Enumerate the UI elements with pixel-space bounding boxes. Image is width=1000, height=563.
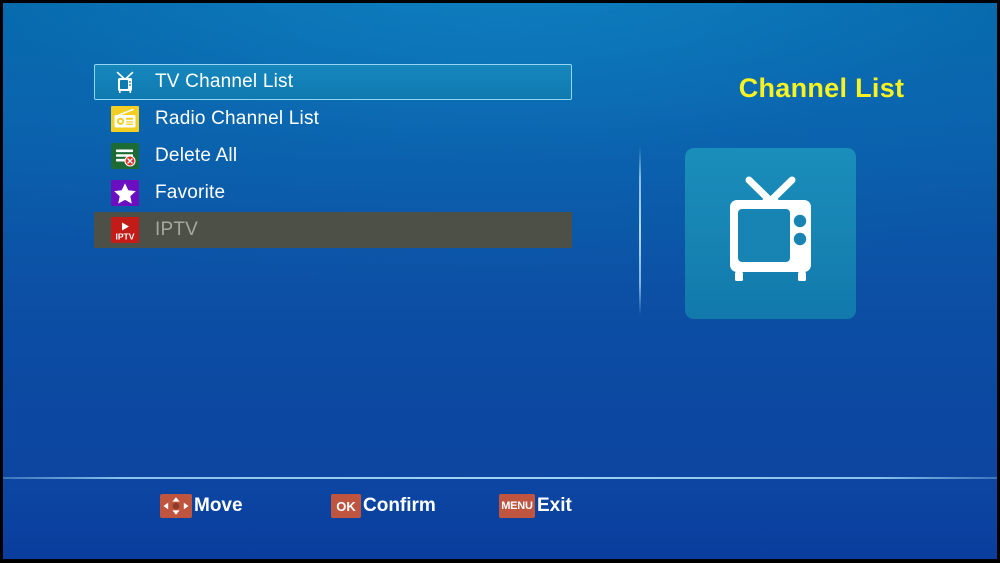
channel-list-menu: TV Channel List Radio Channel List Delet…: [94, 64, 572, 249]
delete-list-icon: [111, 143, 139, 169]
main-menu-icon-bar: [3, 383, 997, 478]
tv-icon: [685, 148, 856, 319]
help-item-move[interactable]: Move: [160, 492, 243, 520]
help-bar: Move OK Confirm MENU Exit: [3, 489, 997, 529]
menu-item-label: Favorite: [155, 182, 226, 203]
help-label-exit: Exit: [537, 495, 572, 516]
help-label-confirm: Confirm: [363, 495, 436, 516]
menu-item-tv-channel-list[interactable]: TV Channel List: [94, 64, 572, 100]
svg-text:IPTV: IPTV: [115, 231, 134, 241]
vertical-divider: [639, 147, 641, 315]
iptv-icon: IPTV: [111, 217, 139, 243]
menu-item-radio-channel-list[interactable]: Radio Channel List: [94, 101, 572, 137]
menu-item-label: TV Channel List: [155, 71, 294, 92]
menu-item-favorite[interactable]: Favorite: [94, 175, 572, 211]
dpad-icon: [160, 494, 192, 518]
channel-list-tile: [685, 148, 856, 319]
menu-item-label: Delete All: [155, 145, 238, 166]
menu-item-label: IPTV: [155, 219, 199, 240]
help-item-confirm[interactable]: OK Confirm: [331, 492, 436, 520]
set-top-box-screen: TV Channel List Radio Channel List Delet…: [0, 0, 1000, 563]
page-title: Channel List: [738, 73, 905, 103]
help-item-exit[interactable]: MENU Exit: [499, 492, 572, 520]
help-label-move: Move: [194, 495, 243, 516]
ok-key-badge: OK: [331, 494, 361, 518]
menu-key-badge: MENU: [499, 494, 535, 518]
menu-item-label: Radio Channel List: [155, 108, 320, 129]
menu-item-delete-all[interactable]: Delete All: [94, 138, 572, 174]
radio-icon: [111, 106, 139, 132]
star-icon: [111, 180, 139, 206]
tv-icon: [111, 69, 139, 95]
menu-item-iptv[interactable]: IPTV IPTV: [94, 212, 572, 248]
